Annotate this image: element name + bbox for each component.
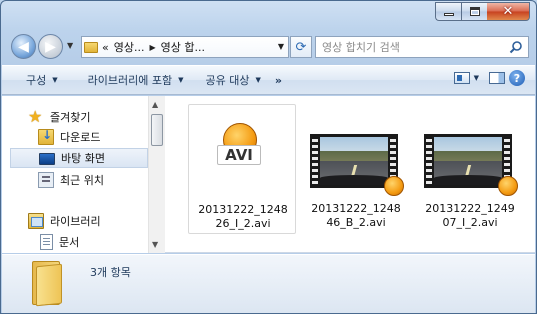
folder-icon — [84, 41, 98, 53]
file-name-line-2: 26_I_2.avi — [215, 217, 271, 230]
file-name: 20131222_1249 07_I_2.avi — [416, 202, 524, 230]
dashboard — [320, 175, 388, 185]
chevron-down-icon: ▼ — [255, 76, 261, 84]
file-item[interactable]: 20131222_1249 07_I_2.avi — [416, 104, 524, 234]
file-name-line-2: 07_I_2.avi — [442, 216, 498, 229]
file-name: 20131222_1248 46_B_2.avi — [302, 202, 410, 230]
nav-item-label: 문서 — [59, 236, 80, 249]
explorer-window: ✕ ◀ ▶ ▼ « 영상... ▶ 영상 합... ▼ ⟳ 영상 합치기 검색 … — [0, 0, 537, 314]
dashboard — [434, 175, 502, 185]
film-perforation — [312, 136, 318, 186]
nav-item-libraries[interactable]: 라이브러리 — [28, 211, 101, 231]
scroll-up-icon[interactable]: ▲ — [152, 100, 158, 109]
avi-file-icon: AVI — [215, 121, 265, 173]
video-frame — [434, 137, 502, 185]
change-view-icon[interactable] — [453, 72, 470, 84]
file-item[interactable]: 20131222_1248 46_B_2.avi — [302, 104, 410, 234]
forward-button[interactable]: ▶ — [38, 34, 63, 59]
search-placeholder: 영상 합치기 검색 — [322, 41, 400, 54]
file-name-line-1: 20131222_1249 — [425, 202, 515, 215]
share-with-label: 공유 대상 — [205, 74, 250, 87]
chevron-down-icon: ▼ — [52, 76, 58, 84]
nav-item-favorites[interactable]: ★ 즐겨찾기 — [28, 107, 90, 127]
address-dropdown-icon[interactable]: ▼ — [278, 42, 284, 51]
folder-front — [36, 263, 62, 307]
minimize-button[interactable] — [435, 2, 461, 21]
minimize-icon — [443, 13, 454, 16]
breadcrumb-prefix[interactable]: « — [102, 41, 109, 54]
breadcrumb-item-1[interactable]: 영상... — [114, 39, 145, 55]
nav-item-label: 즐겨찾기 — [50, 111, 91, 124]
nav-item-desktop[interactable]: 바탕 화면 — [10, 148, 148, 168]
forward-arrow-icon: ▶ — [45, 38, 56, 55]
scrollbar-thumb[interactable] — [151, 114, 163, 146]
video-thumbnail — [310, 134, 404, 196]
desktop-icon — [39, 153, 55, 165]
file-name-line-1: 20131222_1248 — [311, 202, 401, 215]
search-icon[interactable] — [509, 40, 523, 54]
player-logo-icon — [498, 176, 518, 196]
file-name: 20131222_1248 26_I_2.avi — [189, 203, 297, 231]
breadcrumb-separator-icon[interactable]: ▶ — [149, 43, 155, 52]
help-icon[interactable]: ? — [509, 70, 525, 86]
breadcrumb-item-2[interactable]: 영상 합... — [161, 39, 205, 55]
chevron-down-icon: ▼ — [178, 76, 184, 84]
navigation-bar: ◀ ▶ ▼ « 영상... ▶ 영상 합... ▼ ⟳ 영상 합치기 검색 — [9, 31, 529, 61]
close-icon: ✕ — [502, 4, 514, 19]
search-input[interactable]: 영상 합치기 검색 — [315, 36, 529, 58]
include-in-library-label: 라이브러리에 포함 — [87, 74, 173, 87]
nav-item-documents[interactable]: 문서 — [40, 232, 79, 252]
nav-item-label: 라이브러리 — [50, 215, 101, 228]
video-thumbnail — [424, 134, 518, 196]
share-with-menu[interactable]: 공유 대상 ▼ — [198, 69, 269, 91]
file-item[interactable]: AVI 20131222_1248 26_I_2.avi — [188, 104, 296, 234]
nav-item-label: 최근 위치 — [60, 174, 104, 187]
maximize-button[interactable] — [461, 2, 487, 21]
organize-menu[interactable]: 구성 ▼ — [18, 69, 66, 91]
video-frame — [320, 137, 388, 185]
nav-item-downloads[interactable]: 다운로드 — [38, 127, 100, 147]
avi-badge: AVI — [217, 145, 261, 165]
navigation-pane: ★ 즐겨찾기 다운로드 바탕 화면 최근 위치 라이브러리 문서 — [2, 96, 165, 253]
documents-icon — [40, 234, 53, 250]
file-name-line-2: 46_B_2.avi — [326, 216, 386, 229]
film-perforation — [426, 136, 432, 186]
item-count: 3개 항목 — [90, 266, 131, 279]
toolbar-right: ▼ ? — [453, 70, 525, 86]
details-pane: 3개 항목 — [2, 254, 535, 313]
close-button[interactable]: ✕ — [487, 2, 530, 21]
back-arrow-icon: ◀ — [18, 38, 29, 55]
nav-item-recent-places[interactable]: 최근 위치 — [38, 170, 104, 190]
address-bar[interactable]: « 영상... ▶ 영상 합... ▼ — [81, 36, 289, 58]
preview-pane-icon[interactable] — [489, 72, 505, 84]
maximize-icon — [469, 7, 480, 16]
recent-pages-dropdown[interactable]: ▼ — [67, 41, 73, 50]
nav-pane-scrollbar[interactable]: ▲ ▼ — [148, 96, 165, 253]
nav-item-label: 바탕 화면 — [61, 152, 105, 165]
folder-icon — [30, 261, 66, 307]
more-commands-button[interactable]: » — [269, 74, 288, 87]
command-bar: 구성 ▼ 라이브러리에 포함 ▼ 공유 대상 ▼ » ▼ ? — [2, 65, 535, 95]
recent-places-icon — [38, 172, 54, 188]
refresh-icon: ⟳ — [295, 39, 307, 55]
organize-label: 구성 — [26, 74, 47, 87]
file-name-line-1: 20131222_1248 — [198, 203, 288, 216]
player-logo-icon — [384, 176, 404, 196]
nav-item-label: 다운로드 — [60, 131, 101, 144]
back-button[interactable]: ◀ — [11, 34, 36, 59]
library-icon — [28, 213, 44, 229]
star-icon: ★ — [28, 107, 43, 126]
download-folder-icon — [38, 128, 54, 145]
include-in-library-menu[interactable]: 라이브러리에 포함 ▼ — [80, 69, 192, 91]
view-dropdown-icon[interactable]: ▼ — [474, 74, 479, 82]
content-area: ★ 즐겨찾기 다운로드 바탕 화면 최근 위치 라이브러리 문서 — [2, 96, 535, 253]
refresh-button[interactable]: ⟳ — [290, 36, 312, 58]
caption-buttons: ✕ — [435, 2, 530, 21]
scroll-down-icon[interactable]: ▼ — [152, 240, 158, 249]
